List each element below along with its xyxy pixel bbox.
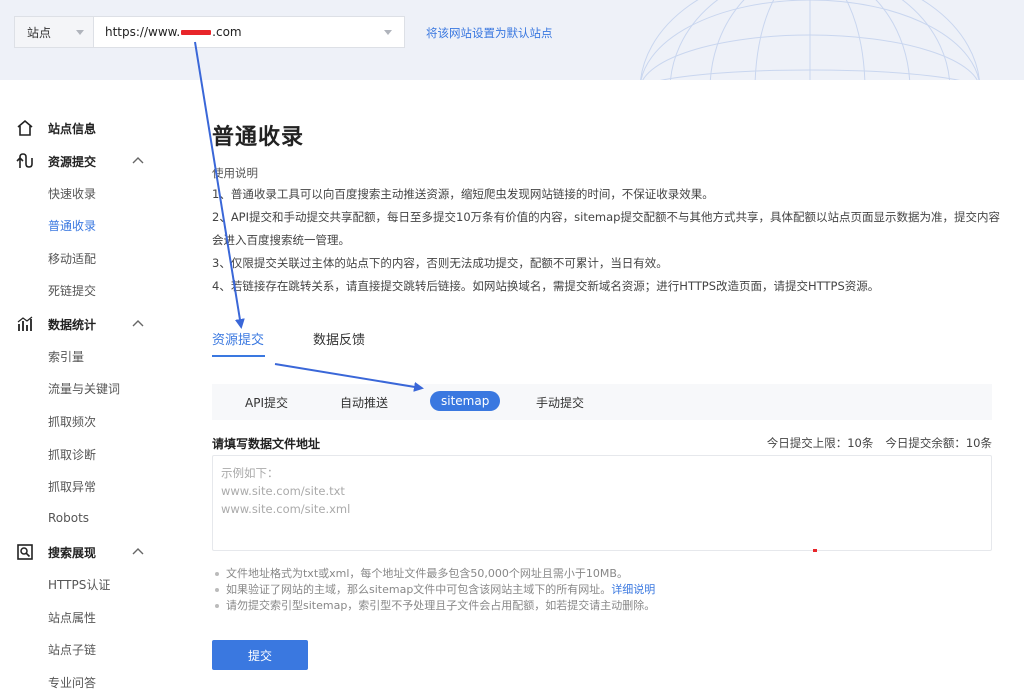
chevron-down-icon [76,30,84,35]
sidebar-item-crawl-frequency[interactable]: 抓取频次 [48,413,96,430]
subtab-api-submit[interactable]: API提交 [245,394,288,411]
sidebar-item-dead-link[interactable]: 死链提交 [48,282,96,299]
page-title: 普通收录 [212,125,305,150]
sidebar-group-data-stats[interactable]: 数据统计 [16,312,156,336]
quota-remaining: 今日提交余额：10条 [885,436,992,450]
tip-item: 文件地址格式为txt或xml，每个地址文件最多包含50,000个网址且需小于10… [212,566,992,582]
search-display-icon [17,544,33,560]
sidebar-item-mobile-adapt[interactable]: 移动适配 [48,250,96,267]
sitemap-url-textarea[interactable]: 示例如下： www.site.com/site.txt www.site.com… [212,455,992,551]
sidebar: 站点信息 资源提交 快速收录 普通收录 移动适配 死链提交 数据统计 索引量 流… [0,80,170,690]
intro-line-1: 1、普通收录工具可以向百度搜索主动推送资源，缩短爬虫发现网站链接的时间，不保证收… [212,187,714,201]
tip-item: 请勿提交索引型sitemap，索引型不予处理且子文件会占用配额，如若提交请主动删… [212,598,992,614]
upload-icon [16,153,33,168]
site-select-label: 站点 [27,25,52,40]
placeholder-line: 示例如下： [221,466,279,480]
tip-text: 如果验证了网站的主域，那么sitemap文件中可包含该网站主域下的所有网址。 [226,583,612,596]
tip-text: 文件地址格式为txt或xml，每个地址文件最多包含50,000个网址且需小于10… [226,567,628,580]
chevron-down-icon [384,30,392,35]
sidebar-item-crawl-errors[interactable]: 抓取异常 [48,478,96,495]
intro-line-3: 3、仅限提交关联过主体的站点下的内容，否则无法成功提交，配额不可累计，当日有效。 [212,256,668,270]
chevron-up-icon [132,157,144,164]
chart-icon [17,316,33,331]
sidebar-group-search-display[interactable]: 搜索展现 [16,540,156,564]
sidebar-item-normal-index[interactable]: 普通收录 [48,217,96,234]
tip-item: 如果验证了网站的主域，那么sitemap文件中可包含该网站主域下的所有网址。详细… [212,582,992,598]
chevron-up-icon [132,548,144,555]
site-select[interactable]: 站点 [14,16,94,48]
chevron-up-icon [132,320,144,327]
sidebar-item-crawl-diagnosis[interactable]: 抓取诊断 [48,446,96,463]
sidebar-group-label: 数据统计 [48,317,97,332]
intro-line-4: 4、若链接存在跳转关系，请直接提交跳转后链接。如网站换域名，需提交新域名资源；进… [212,279,880,293]
intro-line-2: 2、API提交和手动提交共享配额，每日至多提交10万条有价值的内容，sitema… [212,210,1000,247]
sidebar-item-pro-qa[interactable]: 专业问答 [48,674,96,690]
sidebar-item-index-volume[interactable]: 索引量 [48,348,84,365]
sidebar-item-https-cert[interactable]: HTTPS认证 [48,576,110,593]
sidebar-item-fast-index[interactable]: 快速收录 [48,185,96,202]
sidebar-group-label: 站点信息 [48,121,97,136]
sidebar-group-label: 资源提交 [48,154,97,169]
tab-resource-submit[interactable]: 资源提交 [212,329,264,348]
site-url-select[interactable]: https://www. .com [93,16,405,48]
submit-method-tabs: API提交 自动推送 sitemap 手动提交 [212,384,992,420]
sidebar-item-site-sublinks[interactable]: 站点子链 [48,641,96,658]
sidebar-item-robots[interactable]: Robots [48,511,89,525]
sidebar-group-site-info[interactable]: 站点信息 [16,116,156,140]
sitemap-url-label: 请填写数据文件地址 [212,437,321,451]
top-bar: 站点 https://www. .com 将该网站设置为默认站点 [0,0,1024,80]
red-mark [813,549,817,552]
site-url-suffix: .com [212,25,242,39]
redaction-mark [181,29,212,35]
tip-text: 请勿提交索引型sitemap，索引型不予处理且子文件会占用配额，如若提交请主动删… [226,599,656,612]
tips-list: 文件地址格式为txt或xml，每个地址文件最多包含50,000个网址且需小于10… [212,566,992,614]
site-url-prefix: https://www. [105,25,181,39]
sidebar-group-resource-submit[interactable]: 资源提交 [16,149,156,173]
sidebar-group-label: 搜索展现 [48,545,97,560]
submit-button[interactable]: 提交 [212,640,308,670]
sidebar-item-site-attributes[interactable]: 站点属性 [48,609,96,626]
subtab-sitemap[interactable]: sitemap [430,391,501,411]
active-tab-underline [212,355,265,357]
intro-heading: 使用说明 [212,166,258,180]
quota-info: 今日提交上限：10条 今日提交余额：10条 [767,435,992,451]
quota-limit: 今日提交上限：10条 [766,436,874,450]
placeholder-line: www.site.com/site.txt [221,484,345,498]
subtab-manual-submit[interactable]: 手动提交 [536,394,584,411]
subtab-auto-push[interactable]: 自动推送 [340,394,388,411]
placeholder-line: www.site.com/site.xml [221,502,351,516]
details-link[interactable]: 详细说明 [611,583,655,596]
set-default-site-link[interactable]: 将该网站设置为默认站点 [426,25,553,41]
home-icon [17,119,33,136]
globe-decoration [640,0,980,80]
tab-data-feedback[interactable]: 数据反馈 [313,329,365,348]
sidebar-item-traffic-keywords[interactable]: 流量与关键词 [48,380,120,397]
